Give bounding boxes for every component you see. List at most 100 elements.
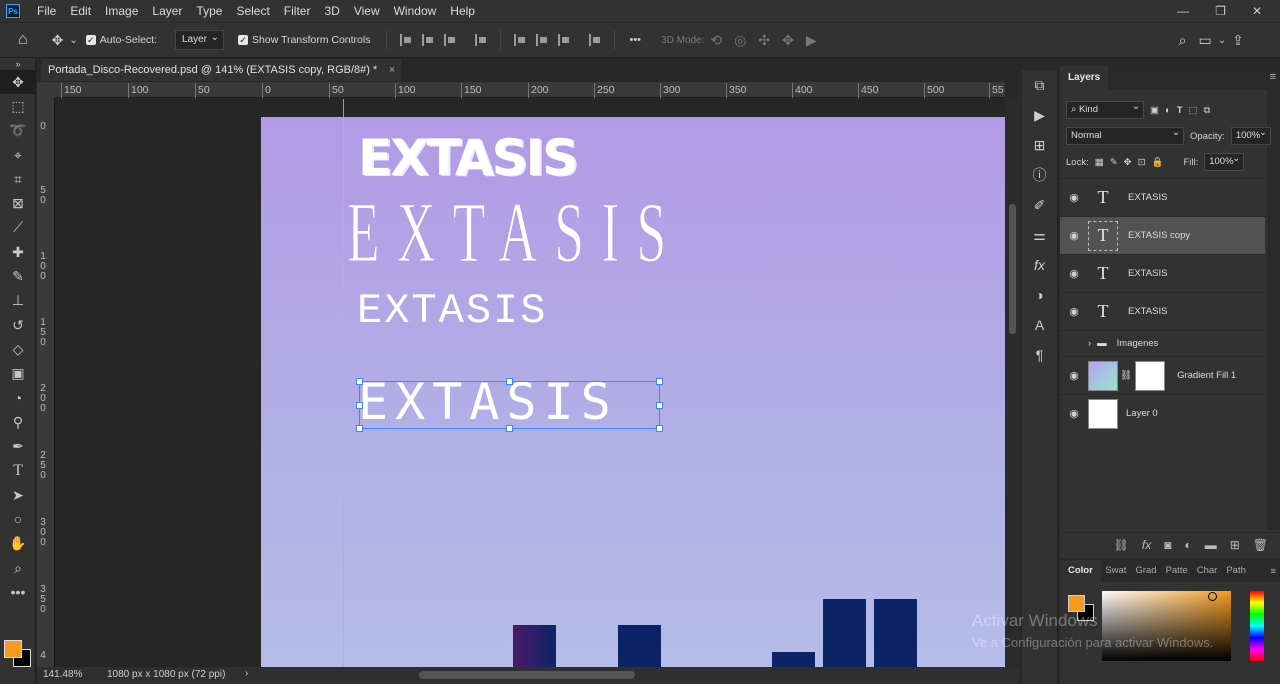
layer-style-fx-icon[interactable]: fx <box>1142 538 1151 552</box>
align-middle-icon[interactable] <box>536 34 548 46</box>
panel-menu-icon[interactable]: ≡ <box>1270 71 1276 83</box>
lock-all-icon[interactable]: 🔒 <box>1152 157 1164 168</box>
transform-handle[interactable] <box>656 425 663 432</box>
layer-name[interactable]: EXTASIS <box>1128 268 1167 279</box>
more-options-button[interactable]: ••• <box>629 34 641 46</box>
layer-name[interactable]: Gradient Fill 1 <box>1177 370 1236 381</box>
new-layer-icon[interactable]: ⊞ <box>1230 538 1240 552</box>
collapse-icon[interactable]: » <box>0 58 36 70</box>
lock-position-icon[interactable]: ✥ <box>1124 157 1132 168</box>
transform-handle[interactable] <box>356 425 363 432</box>
layer-row-selected[interactable]: ◉ T EXTASIS copy <box>1060 216 1265 254</box>
home-icon[interactable]: ⌂ <box>18 31 28 49</box>
visibility-eye-icon[interactable]: ◉ <box>1060 305 1088 318</box>
panel-menu-icon[interactable]: ≡ <box>1270 566 1276 577</box>
color-foreground-swatch[interactable] <box>1068 595 1085 612</box>
hue-slider[interactable] <box>1250 591 1264 661</box>
paragraph-icon[interactable]: ¶ <box>1022 340 1057 370</box>
history-icon[interactable]: ⧉ <box>1022 70 1057 100</box>
fill-input[interactable]: 100% <box>1204 151 1245 171</box>
share-icon[interactable]: ⇪ <box>1232 32 1244 49</box>
info-icon[interactable]: ⓘ <box>1022 160 1057 190</box>
vertical-ruler[interactable]: 0 5 0 1 0 0 1 5 0 2 0 0 2 5 0 3 0 0 3 5 … <box>37 98 55 668</box>
history-brush-icon[interactable]: ↺ <box>0 313 36 337</box>
menu-type[interactable]: Type <box>189 0 229 22</box>
eraser-tool-icon[interactable]: ◇ <box>0 337 36 361</box>
layer-row[interactable]: ◉ T EXTASIS <box>1060 178 1265 216</box>
color-picker-cursor[interactable] <box>1208 592 1217 601</box>
menu-window[interactable]: Window <box>387 0 444 22</box>
eyedropper-tool-icon[interactable]: ⟋ <box>0 216 36 240</box>
tab-gradients[interactable]: Grad <box>1131 560 1161 582</box>
layer-row[interactable]: ◉ Layer 0 <box>1060 394 1265 432</box>
auto-select-checkbox[interactable]: ✓ Auto-Select: <box>85 34 157 46</box>
menu-layer[interactable]: Layer <box>145 0 189 22</box>
text-extasis-condensed[interactable]: EXTASIS <box>347 189 683 276</box>
trash-icon[interactable]: 🗑 <box>1253 538 1268 552</box>
shape-tool-icon[interactable]: ○ <box>0 507 36 531</box>
tab-patterns[interactable]: Patte <box>1161 560 1192 582</box>
lasso-tool-icon[interactable]: ➰ <box>0 119 36 143</box>
transform-bounding-box[interactable] <box>356 378 663 432</box>
color-picker-field[interactable] <box>1102 591 1231 661</box>
filter-type-icon[interactable]: T <box>1177 105 1183 116</box>
link-icon[interactable]: ⛓ <box>1120 370 1132 381</box>
tab-color[interactable]: Color <box>1060 560 1101 582</box>
filter-adjust-icon[interactable]: ◐ <box>1165 105 1171 116</box>
styles-fx-icon[interactable]: fx <box>1022 250 1057 280</box>
transform-handle[interactable] <box>506 378 513 385</box>
visibility-eye-icon[interactable]: ◉ <box>1060 191 1088 204</box>
transform-handle[interactable] <box>656 378 663 385</box>
filter-pixel-icon[interactable]: ▣ <box>1150 105 1159 116</box>
transform-handle[interactable] <box>356 378 363 385</box>
frame-tool-icon[interactable]: ⊠ <box>0 191 36 215</box>
canvas-area[interactable]: EXTASIS EXTASIS EXTASIS EXTASIS <box>56 99 1005 667</box>
healing-tool-icon[interactable]: ✚ <box>0 240 36 264</box>
visibility-eye-icon[interactable]: ◉ <box>1060 407 1088 420</box>
layer-row[interactable]: ◉ T EXTASIS <box>1060 254 1265 292</box>
link-layers-icon[interactable]: ⛓ <box>1114 538 1129 552</box>
path-select-tool-icon[interactable]: ➤ <box>0 483 36 507</box>
zoom-level[interactable]: 141.48% <box>43 669 82 680</box>
auto-select-dropdown[interactable]: Layer <box>175 29 225 50</box>
quick-select-tool-icon[interactable]: ⌖ <box>0 143 36 167</box>
menu-select[interactable]: Select <box>229 0 276 22</box>
layer-name[interactable]: Layer 0 <box>1126 408 1158 419</box>
more-tools-icon[interactable]: ••• <box>0 580 36 604</box>
align-center-icon[interactable] <box>422 34 434 46</box>
transform-handle[interactable] <box>356 402 363 409</box>
layer-name[interactable]: EXTASIS copy <box>1128 230 1190 241</box>
artboard[interactable]: EXTASIS EXTASIS EXTASIS EXTASIS <box>261 117 1005 667</box>
filter-smart-icon[interactable]: ⧉ <box>1204 105 1211 116</box>
channels-icon[interactable]: ◑ <box>1022 280 1057 310</box>
menu-3d[interactable]: 3D <box>317 0 346 22</box>
text-extasis-glitch[interactable]: EXTASIS <box>358 129 578 187</box>
menu-view[interactable]: View <box>347 0 387 22</box>
show-transform-checkbox[interactable]: ✓ Show Transform Controls <box>238 34 370 46</box>
menu-edit[interactable]: Edit <box>63 0 98 22</box>
distribute-vertical-icon[interactable] <box>589 34 601 46</box>
3d-pan-icon[interactable]: ✣ <box>758 32 770 49</box>
search-icon[interactable]: ⌕ <box>1179 32 1187 49</box>
close-tab-button[interactable]: × <box>389 59 395 81</box>
layer-name[interactable]: Imagenes <box>1117 338 1159 349</box>
align-left-icon[interactable] <box>400 34 412 46</box>
stamp-tool-icon[interactable]: ⊥ <box>0 289 36 313</box>
zoom-tool-icon[interactable]: ⌕ <box>0 556 36 580</box>
layers-tab[interactable]: Layers <box>1060 66 1109 90</box>
layer-row[interactable]: ◉ ⛓ Gradient Fill 1 <box>1060 356 1265 394</box>
new-group-icon[interactable]: ▬ <box>1205 538 1217 552</box>
menu-file[interactable]: File <box>30 0 63 22</box>
dodge-tool-icon[interactable]: ⚲ <box>0 410 36 434</box>
ruler-corner[interactable] <box>37 82 55 98</box>
transform-handle[interactable] <box>506 425 513 432</box>
layer-name[interactable]: EXTASIS <box>1128 306 1167 317</box>
align-bottom-icon[interactable] <box>558 34 570 46</box>
horizontal-scrollbar-thumb[interactable] <box>419 671 635 679</box>
marquee-tool-icon[interactable]: ⬚ <box>0 94 36 118</box>
visibility-eye-icon[interactable]: ◉ <box>1060 229 1088 242</box>
text-extasis-mono[interactable]: EXTASIS <box>357 287 547 335</box>
workspace-icon[interactable]: ▭ <box>1198 32 1211 49</box>
align-right-icon[interactable] <box>444 34 456 46</box>
filter-shape-icon[interactable]: ⬚ <box>1189 105 1198 116</box>
